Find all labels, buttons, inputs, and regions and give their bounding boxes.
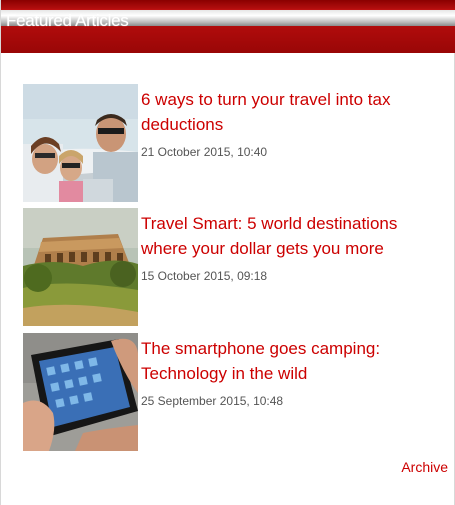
article-date: 21 October 2015, 10:40 — [141, 145, 268, 159]
article-date: 15 October 2015, 09:18 — [141, 269, 268, 283]
article-headline-link[interactable]: 6 ways to turn your travel into tax dedu… — [141, 87, 441, 137]
article-headline-link[interactable]: The smartphone goes camping: Technology … — [141, 336, 441, 386]
article-thumbnail-colosseum[interactable] — [23, 208, 138, 326]
article-thumbnail-smartphone[interactable] — [23, 333, 138, 451]
article-item: 6 ways to turn your travel into tax dedu… — [23, 84, 443, 202]
article-item: The smartphone goes camping: Technology … — [23, 333, 443, 451]
widget-header: Featured Articles — [1, 0, 455, 53]
header-top-band — [1, 0, 455, 9]
featured-articles-widget: Featured Articles 6 ways to turn your tr… — [0, 0, 455, 505]
colosseum-image — [23, 208, 138, 326]
smartphone-image — [23, 333, 138, 451]
header-title: Featured Articles — [6, 11, 129, 30]
archive-link[interactable]: Archive — [401, 459, 448, 475]
article-item: Travel Smart: 5 world destinations where… — [23, 208, 443, 326]
family-in-car-image — [23, 84, 138, 202]
article-thumbnail-family-in-car[interactable] — [23, 84, 138, 202]
article-date: 25 September 2015, 10:48 — [141, 394, 284, 408]
article-headline-link[interactable]: Travel Smart: 5 world destinations where… — [141, 211, 441, 261]
